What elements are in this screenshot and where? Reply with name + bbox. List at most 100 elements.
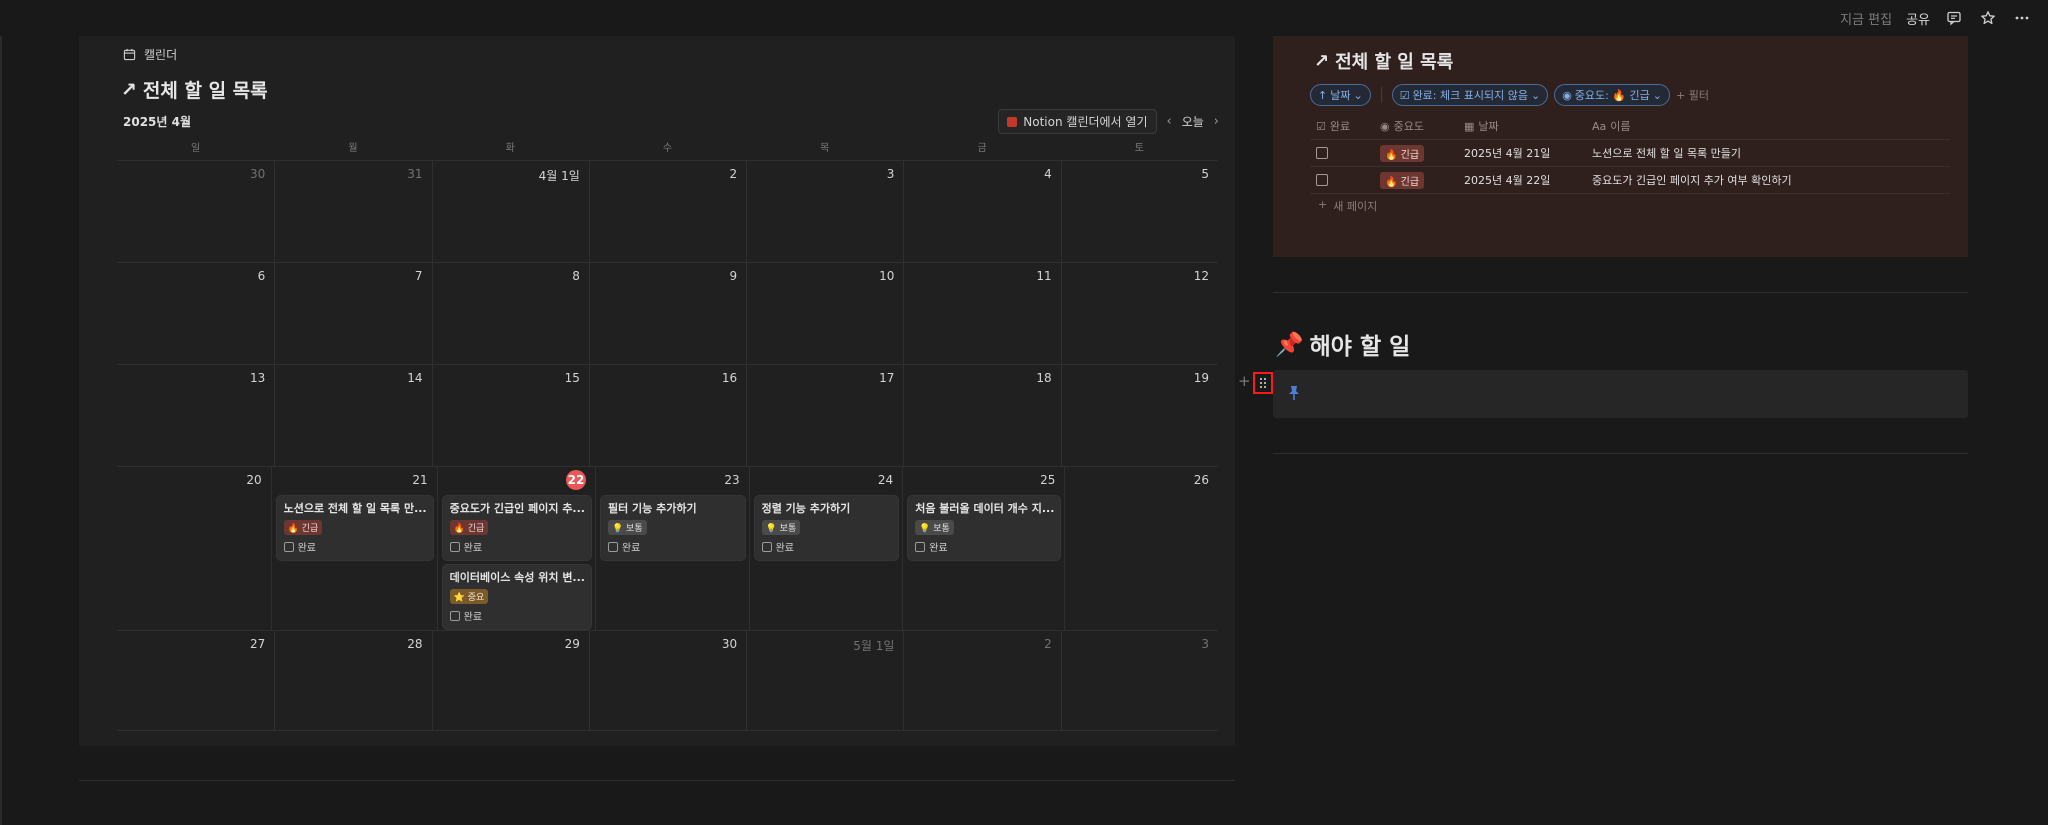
calendar-day-cell[interactable]: 31: [274, 161, 431, 262]
calendar-view-tab[interactable]: 캘린더: [123, 46, 177, 63]
event-card[interactable]: 필터 기능 추가하기 💡 보통 완료: [600, 496, 745, 560]
calendar-day-cell[interactable]: 2: [903, 631, 1060, 730]
chevron-left-icon[interactable]: ‹: [1167, 114, 1172, 129]
calendar-day-cell[interactable]: 7: [274, 263, 431, 364]
checkbox-icon[interactable]: [283, 541, 294, 552]
done-checkbox-row[interactable]: 완료: [283, 539, 427, 554]
left-rail: [0, 36, 2, 825]
calendar-title[interactable]: ↗ 전체 할 일 목록: [121, 76, 268, 103]
checkbox-icon[interactable]: [1316, 174, 1328, 186]
calendar-day-cell[interactable]: 4: [903, 161, 1060, 262]
calendar-day-cell[interactable]: 25 처음 불러올 데이터 개수 지... 💡 보통 완료: [902, 467, 1064, 630]
priority-cell[interactable]: 🔥 긴급: [1374, 144, 1458, 162]
column-priority[interactable]: ◉ 중요도: [1374, 118, 1458, 134]
calendar-day-cell[interactable]: 23 필터 기능 추가하기 💡 보통 완료: [594, 467, 749, 630]
checkbox-icon[interactable]: [449, 541, 460, 552]
share-button[interactable]: 공유: [1906, 9, 1930, 28]
calendar-day-cell[interactable]: 15: [431, 365, 589, 466]
checkbox-icon[interactable]: [449, 610, 460, 621]
calendar-day-cell[interactable]: 3: [746, 161, 903, 262]
table-row[interactable]: 🔥 긴급 2025년 4월 21일 노션으로 전체 할 일 목록 만들기: [1310, 140, 1950, 167]
add-block-icon[interactable]: +: [1238, 372, 1251, 390]
day-number: 27: [250, 637, 266, 651]
done-cell[interactable]: [1310, 174, 1374, 186]
calendar-day-cell[interactable]: 28: [274, 631, 431, 730]
checkbox-icon[interactable]: [607, 541, 618, 552]
priority-cell[interactable]: 🔥 긴급: [1374, 171, 1458, 189]
sort-chip[interactable]: ↑ 날짜 ⌄: [1310, 84, 1371, 106]
done-checkbox-row[interactable]: 완료: [915, 539, 1054, 554]
callout-block[interactable]: [1273, 370, 1968, 418]
done-checkbox-row[interactable]: 완료: [449, 539, 585, 554]
calendar-day-cell[interactable]: 18: [903, 365, 1060, 466]
column-date[interactable]: ▦ 날짜: [1458, 118, 1586, 134]
weekday-label: 화: [505, 143, 515, 154]
comment-icon[interactable]: [1944, 8, 1964, 28]
calendar-day-cell[interactable]: 11: [903, 263, 1060, 364]
calendar-day-cell[interactable]: 5: [1060, 161, 1218, 262]
database-title[interactable]: ↗ 전체 할 일 목록: [1314, 48, 1453, 74]
calendar-day-cell[interactable]: 17: [746, 365, 903, 466]
priority-tag: 💡 보통: [761, 520, 801, 535]
calendar-day-cell[interactable]: 19: [1060, 365, 1218, 466]
date-cell[interactable]: 2025년 4월 21일: [1458, 145, 1586, 161]
star-icon[interactable]: [1978, 8, 1998, 28]
chevron-right-icon[interactable]: ›: [1214, 114, 1219, 129]
calendar-day-cell[interactable]: 26: [1064, 467, 1218, 630]
calendar-day-cell[interactable]: 16: [588, 365, 746, 466]
event-card[interactable]: 노션으로 전체 할 일 목록 만... 🔥 긴급 완료: [276, 496, 433, 560]
calendar-day-cell[interactable]: 22 중요도가 긴급인 페이지 추... 🔥 긴급 완료 데이터베이스 속성 위치 변.…: [436, 467, 595, 630]
event-card[interactable]: 처음 불러올 데이터 개수 지... 💡 보통 완료: [908, 496, 1061, 560]
name-cell[interactable]: 노션으로 전체 할 일 목록 만들기: [1586, 145, 1950, 161]
calendar-day-cell[interactable]: 4월 1일: [431, 161, 589, 262]
calendar-day-cell[interactable]: 21 노션으로 전체 할 일 목록 만... 🔥 긴급 완료: [270, 467, 437, 630]
add-filter-button[interactable]: + 필터: [1676, 87, 1709, 103]
open-in-notion-calendar-button[interactable]: Notion 캘린더에서 열기: [998, 109, 1157, 134]
calendar-month: 2025년 4월: [123, 115, 192, 129]
checkbox-icon[interactable]: [1316, 147, 1328, 159]
calendar-day-cell[interactable]: 27: [117, 631, 274, 730]
done-checkbox-row[interactable]: 완료: [761, 539, 893, 554]
event-title: 노션으로 전체 할 일 목록 만...: [283, 502, 427, 515]
calendar-day-cell[interactable]: 14: [274, 365, 431, 466]
table-row[interactable]: 🔥 긴급 2025년 4월 22일 중요도가 긴급인 페이지 추가 여부 확인하기: [1310, 167, 1950, 194]
column-done[interactable]: ☑ 완료: [1310, 118, 1374, 134]
checkbox-icon: ☑: [1316, 119, 1326, 133]
day-number: 5월 1일: [853, 639, 895, 653]
event-card[interactable]: 정렬 기능 추가하기 💡 보통 완료: [754, 496, 899, 560]
event-card[interactable]: 데이터베이스 속성 위치 변... ⭐ 중요 완료: [442, 565, 591, 629]
divider: [1273, 453, 1968, 454]
calendar-day-cell[interactable]: 30: [588, 631, 746, 730]
calendar-day-cell[interactable]: 3: [1060, 631, 1218, 730]
calendar-day-cell[interactable]: 9: [588, 263, 746, 364]
filter-priority-chip[interactable]: ◉ 중요도: 🔥 긴급 ⌄: [1554, 84, 1671, 106]
filter-done-chip[interactable]: ☑ 완료: 체크 표시되지 않음 ⌄: [1391, 84, 1549, 106]
calendar-day-cell[interactable]: 5월 1일: [746, 631, 903, 730]
done-cell[interactable]: [1310, 147, 1374, 159]
calendar-day-cell[interactable]: 8: [431, 263, 589, 364]
new-page-button[interactable]: + 새 페이지: [1318, 198, 1377, 214]
more-icon[interactable]: [2012, 8, 2032, 28]
priority-tag: 🔥 긴급: [1380, 144, 1425, 162]
calendar-day-cell[interactable]: 24 정렬 기능 추가하기 💡 보통 완료: [748, 467, 903, 630]
day-number: 29: [564, 637, 580, 651]
calendar-day-cell[interactable]: 13: [117, 365, 274, 466]
today-button[interactable]: 오늘: [1182, 113, 1204, 130]
calendar-day-cell[interactable]: 20: [117, 467, 271, 630]
calendar-day-cell[interactable]: 12: [1060, 263, 1218, 364]
date-cell[interactable]: 2025년 4월 22일: [1458, 172, 1586, 188]
column-name[interactable]: Aa 이름: [1586, 118, 1950, 134]
calendar-day-cell[interactable]: 2: [588, 161, 746, 262]
drag-handle-icon[interactable]: [1253, 372, 1273, 394]
calendar-day-cell[interactable]: 10: [746, 263, 903, 364]
calendar-day-cell[interactable]: 6: [117, 263, 274, 364]
calendar-day-cell[interactable]: 29: [431, 631, 589, 730]
name-cell[interactable]: 중요도가 긴급인 페이지 추가 여부 확인하기: [1586, 172, 1950, 188]
checkbox-icon[interactable]: [761, 541, 772, 552]
calendar-day-cell[interactable]: 30: [117, 161, 274, 262]
done-checkbox-row[interactable]: 완료: [607, 539, 739, 554]
done-checkbox-row[interactable]: 완료: [449, 608, 585, 623]
checkbox-icon[interactable]: [915, 541, 926, 552]
arrow-link-icon: ↗: [1314, 50, 1330, 72]
event-card[interactable]: 중요도가 긴급인 페이지 추... 🔥 긴급 완료: [442, 496, 591, 560]
